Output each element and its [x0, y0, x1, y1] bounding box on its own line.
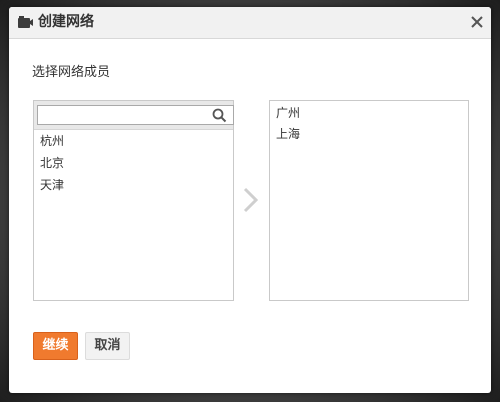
dialog-title: 创建网络: [38, 14, 94, 30]
chevron-right-icon[interactable]: [242, 187, 260, 213]
list-item-tianjin[interactable]: 天津: [40, 177, 64, 193]
create-network-dialog: 创建网络 选择网络成员 杭州 北京 天津 广州 上海 继续 取消: [9, 7, 491, 393]
search-input[interactable]: [37, 105, 234, 125]
close-icon[interactable]: [469, 14, 485, 30]
dialog-titlebar: 创建网络: [9, 7, 491, 39]
list-item-shanghai[interactable]: 上海: [276, 126, 300, 142]
continue-button[interactable]: 继续: [33, 332, 78, 360]
list-item-beijing[interactable]: 北京: [40, 155, 64, 171]
available-members-list: 杭州 北京 天津: [33, 100, 234, 301]
select-members-label: 选择网络成员: [32, 65, 111, 80]
list-item-guangzhou[interactable]: 广州: [276, 105, 300, 121]
search-bar: [34, 101, 234, 130]
list-item-hangzhou[interactable]: 杭州: [40, 133, 64, 149]
cancel-button[interactable]: 取消: [85, 332, 130, 360]
selected-members-list: 广州 上海: [269, 100, 469, 301]
camera-folder-icon: [18, 16, 33, 28]
search-icon[interactable]: [212, 108, 227, 123]
